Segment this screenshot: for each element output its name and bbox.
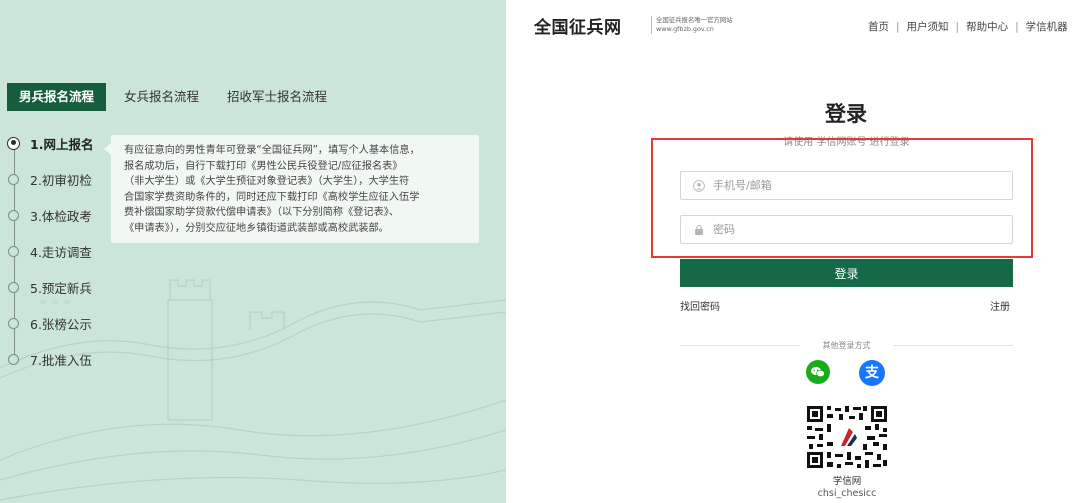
nav-separator: | [896,21,900,33]
step-visit-investigation[interactable]: 4.走访调查 [4,239,92,263]
lock-icon [695,224,703,235]
wechat-login-icon[interactable] [806,360,830,384]
login-button[interactable]: 登录 [680,259,1013,287]
step-dot-icon [8,353,19,365]
alipay-login-icon[interactable]: 支 [859,360,885,386]
step-description-box: 有应征意向的男性青年可登录“全国征兵网”，填写个人基本信息， 报名成功后，自行下载… [104,135,479,243]
step-label: 6.张榜公示 [30,316,92,332]
step-dot-icon [8,281,19,293]
step-dot-icon [8,317,19,329]
login-title: 登录 [825,102,867,126]
nav-home-link[interactable]: 首页 [868,21,889,33]
step-medical-political-check[interactable]: 3.体检政考 [4,203,92,227]
password-input[interactable] [713,223,1003,236]
step-dot-icon [8,173,19,185]
step-label: 4.走访调查 [30,244,92,260]
step-label: 1.网上报名 [30,136,94,152]
site-logo-title[interactable]: 全国征兵网 [534,13,622,38]
nav-separator: | [1015,21,1019,33]
logo-subtitle-line: 全国征兵报名唯一官方网站 [656,16,733,24]
step-online-registration[interactable]: 1.网上报名 [4,131,93,155]
other-login-methods-label: 其他登录方式 [822,341,871,350]
step-dot-icon [8,209,19,221]
forgot-password-link[interactable]: 找回密码 [680,298,720,313]
qr-account-name: 学信网 [832,476,862,487]
nav-chsi-link[interactable]: 学信机器 [1026,21,1068,33]
register-link[interactable]: 注册 [990,298,1010,313]
step-approve-enlistment[interactable]: 7.批准入伍 [4,347,92,371]
nav-separator: | [955,21,960,33]
step-dot-icon [8,245,19,257]
step-initial-review[interactable]: 2.初审初检 [4,167,92,191]
step-label: 7.批准入伍 [30,352,92,368]
logo-url: www.gfbzb.gov.cn [656,25,714,33]
password-field[interactable] [680,215,1013,244]
registration-process-panel: 男兵报名流程 女兵报名流程 招收军士报名流程 1.网上报名 2.初审初检 3.体… [0,0,506,503]
step-label: 5.预定新兵 [30,280,92,296]
user-icon [693,179,705,192]
step-label: 2.初审初检 [30,172,92,188]
qr-account-id: chsi_chesicc [817,488,877,499]
qr-code-icon [805,404,889,470]
site-logo-subtitle: 全国征兵报名唯一官方网站 www.gfbzb.gov.cn [656,16,733,34]
step-active-radio-icon [7,136,20,150]
wechat-icon [811,367,825,378]
top-navigation: 首页 | 用户须知 | 帮助中心 | 学信机器 [868,19,1068,34]
logo-divider [651,16,652,34]
username-field[interactable] [680,171,1013,200]
nav-user-notice-link[interactable]: 用户须知 [907,21,949,33]
step-public-notice[interactable]: 6.张榜公示 [4,311,92,335]
step-label: 3.体检政考 [30,208,92,224]
step-pre-select-recruits[interactable]: 5.预定新兵 [4,275,92,299]
username-input[interactable] [713,179,1003,192]
nav-help-center-link[interactable]: 帮助中心 [966,21,1008,33]
